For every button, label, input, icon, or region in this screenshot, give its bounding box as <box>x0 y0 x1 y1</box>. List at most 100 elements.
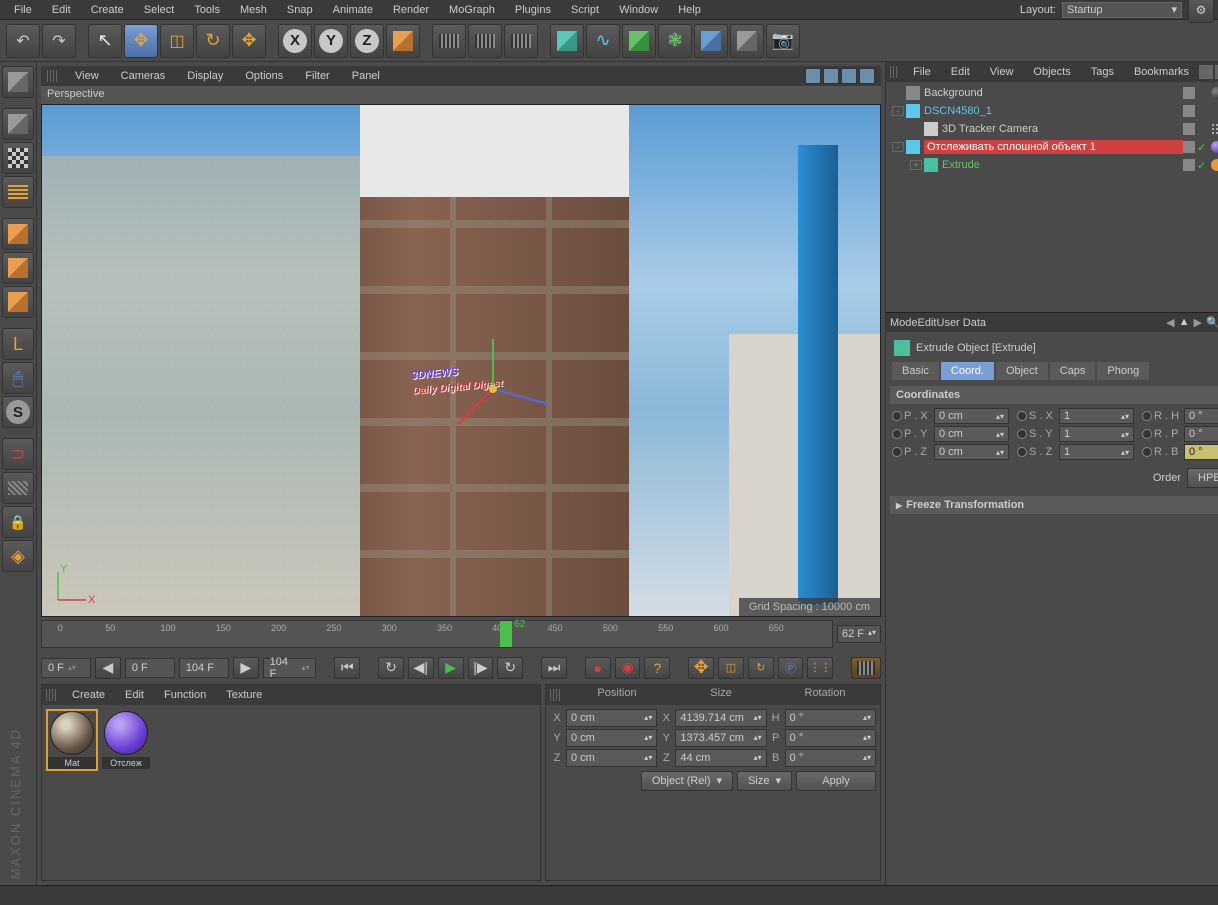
vp-nav-4[interactable] <box>859 68 875 84</box>
loop-toggle-2[interactable]: ↻ <box>497 657 523 679</box>
vp-menu-display[interactable]: Display <box>177 67 233 85</box>
attr-nav-back[interactable]: ◀ <box>1166 316 1174 329</box>
edges-mode[interactable] <box>2 252 34 284</box>
rotation-field[interactable]: 0 °▴▾ <box>785 749 876 767</box>
attr-search[interactable]: 🔍 <box>1206 316 1218 329</box>
range-prev[interactable]: ◀ <box>95 657 121 679</box>
rotation-field[interactable]: 0 °▴▾ <box>785 709 876 727</box>
vp-nav-1[interactable] <box>805 68 821 84</box>
grip-icon[interactable] <box>550 689 560 701</box>
menu-mesh[interactable]: Mesh <box>230 1 277 19</box>
attr-tab[interactable]: Coord. <box>941 362 994 380</box>
obj-menu-bookmarks[interactable]: Bookmarks <box>1124 63 1199 81</box>
viewport-solo[interactable]: S <box>2 396 34 428</box>
radio-icon[interactable] <box>892 447 902 457</box>
freeze-section[interactable]: ▶Freeze Transformation <box>890 496 1218 514</box>
polygons-mode[interactable] <box>2 286 34 318</box>
grip-icon[interactable] <box>47 70 57 82</box>
attr-menu-userdata[interactable]: User Data <box>937 317 987 329</box>
obj-menu-edit[interactable]: Edit <box>941 63 980 81</box>
layer-dot-icon[interactable] <box>1183 87 1195 99</box>
grip-icon[interactable] <box>46 689 56 701</box>
menu-script[interactable]: Script <box>561 1 609 19</box>
undo-button[interactable] <box>6 24 40 58</box>
menu-edit[interactable]: Edit <box>42 1 81 19</box>
layer-dot-icon[interactable] <box>1183 141 1195 153</box>
coord-mode-dropdown[interactable]: Object (Rel)▾ <box>641 771 733 791</box>
range-a-field[interactable]: 0 F <box>125 658 175 678</box>
menu-animate[interactable]: Animate <box>323 1 383 19</box>
radio-icon[interactable] <box>1017 429 1027 439</box>
attr-tab[interactable]: Object <box>996 362 1048 380</box>
render-settings[interactable] <box>504 24 538 58</box>
grip-icon[interactable] <box>890 66 897 78</box>
key-pla[interactable]: ⋮⋮ <box>807 657 833 679</box>
key-options[interactable]: ? <box>644 657 670 679</box>
y-axis-lock[interactable]: Y <box>314 24 348 58</box>
menu-select[interactable]: Select <box>134 1 185 19</box>
vp-menu-view[interactable]: View <box>65 67 109 85</box>
rotate-tool[interactable] <box>196 24 230 58</box>
phong-tag-icon[interactable] <box>1211 159 1218 171</box>
recent-tool[interactable] <box>232 24 266 58</box>
check-icon[interactable]: ✓ <box>1197 159 1209 171</box>
attr-menu-mode[interactable]: Mode <box>890 317 918 329</box>
workplane-snap[interactable] <box>2 472 34 504</box>
radio-icon[interactable] <box>892 411 902 421</box>
menu-tools[interactable]: Tools <box>184 1 230 19</box>
material-tag-icon[interactable] <box>1211 141 1218 153</box>
object-label[interactable]: DSCN4580_1 <box>924 105 1183 117</box>
attr-value-field[interactable]: 1▴▾ <box>1059 444 1134 460</box>
coord-sizemode-dropdown[interactable]: Size▾ <box>737 771 792 791</box>
mat-menu-texture[interactable]: Texture <box>216 686 272 704</box>
autokey[interactable]: ◉ <box>615 657 641 679</box>
select-tool[interactable] <box>88 24 122 58</box>
radio-icon[interactable] <box>892 429 902 439</box>
object-tree[interactable]: Background - DSCN4580_1 3D Tracker Camer… <box>886 82 1218 312</box>
goto-start[interactable]: ⏮ <box>334 657 360 679</box>
object-label[interactable]: Extrude <box>942 159 1183 171</box>
mat-menu-edit[interactable]: Edit <box>115 686 154 704</box>
attr-tab[interactable]: Phong <box>1097 362 1149 380</box>
x-axis-lock[interactable]: X <box>278 24 312 58</box>
add-primitive[interactable] <box>550 24 584 58</box>
coordinates-section[interactable]: Coordinates <box>890 386 1218 404</box>
attr-value-field[interactable]: 1▴▾ <box>1059 408 1134 424</box>
attr-value-field[interactable]: 0 cm▴▾ <box>934 408 1009 424</box>
attr-value-field[interactable]: 0 °▴▾ <box>1184 444 1218 460</box>
radio-icon[interactable] <box>1142 429 1152 439</box>
attr-value-field[interactable]: 0 cm▴▾ <box>934 444 1009 460</box>
tree-row[interactable]: + Extrude ✓ <box>888 156 1218 174</box>
coord-system[interactable] <box>386 24 420 58</box>
attr-tab[interactable]: Caps <box>1050 362 1096 380</box>
mat-menu-function[interactable]: Function <box>154 686 216 704</box>
add-generator[interactable] <box>622 24 656 58</box>
timeline-window[interactable] <box>851 657 881 679</box>
tree-row[interactable]: Background <box>888 84 1218 102</box>
points-mode[interactable] <box>2 218 34 250</box>
attr-value-field[interactable]: 0 °▴▾ <box>1184 408 1218 424</box>
size-field[interactable]: 1373.457 cm▴▾ <box>675 729 766 747</box>
material-tag-icon[interactable] <box>1211 87 1218 99</box>
attr-value-field[interactable]: 0 cm▴▾ <box>934 426 1009 442</box>
vp-menu-panel[interactable]: Panel <box>342 67 390 85</box>
size-field[interactable]: 4139.714 cm▴▾ <box>675 709 766 727</box>
tracker-tag-icon[interactable] <box>1211 123 1218 135</box>
range-end-field[interactable]: 104 F▴▾ <box>263 658 317 678</box>
planar-workplane[interactable]: ◈ <box>2 540 34 572</box>
layer-dot-icon[interactable] <box>1183 105 1195 117</box>
add-light[interactable]: 📷 <box>766 24 800 58</box>
viewport-perspective[interactable]: 3DNEWS Daily Digital Digest Y X Grid Spa… <box>41 104 881 617</box>
range-start-field[interactable]: 0 F▴▾ <box>41 658 91 678</box>
scale-tool[interactable] <box>160 24 194 58</box>
position-field[interactable]: 0 cm▴▾ <box>566 749 657 767</box>
radio-icon[interactable] <box>1142 447 1152 457</box>
texture-mode[interactable] <box>2 142 34 174</box>
move-tool[interactable] <box>124 24 158 58</box>
model-mode[interactable] <box>2 108 34 140</box>
size-field[interactable]: 44 cm▴▾ <box>675 749 766 767</box>
attr-nav-fwd[interactable]: ▶ <box>1193 316 1201 329</box>
material-swatch[interactable]: Отслеж <box>102 711 150 769</box>
key-pos[interactable] <box>688 657 714 679</box>
add-deformer[interactable]: ❃ <box>658 24 692 58</box>
